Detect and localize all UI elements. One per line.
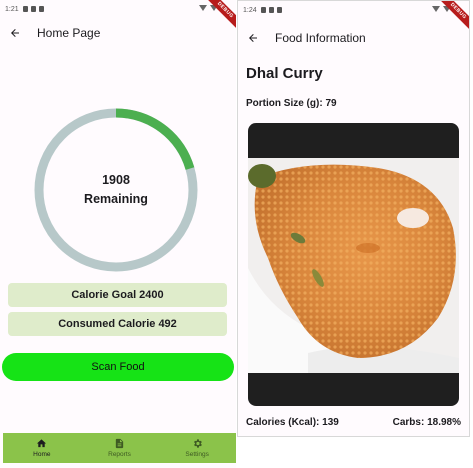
notification-icon [22,6,28,12]
home-icon [37,439,47,448]
app-bar: Home Page [0,20,236,46]
status-bar: 1:21 [0,0,236,18]
scan-food-button[interactable]: Scan Food [2,353,234,381]
nav-home-label: Home [33,451,51,458]
notification-icon [260,7,266,13]
calorie-ring: 1908 Remaining [34,108,198,272]
sync-icon [276,7,282,13]
wifi-icon [432,6,440,12]
back-button[interactable] [240,25,266,51]
bottom-nav: Home Reports Settings [3,433,236,463]
arrow-left-icon [11,29,19,37]
page-title: Food Information [275,31,366,45]
sync-icon [38,6,44,12]
portion-size: Portion Size (g): 79 [246,98,337,109]
status-bar: 1:24 [238,1,469,19]
food-name: Dhal Curry [246,65,323,82]
nav-settings-label: Settings [185,451,209,458]
food-photo [248,158,459,373]
remaining-value: 1908 [102,173,130,187]
document-icon [115,438,124,449]
home-screen: 1:21 DEBUG Home Page 1908 Remaining Calo… [0,0,236,468]
page-title: Home Page [37,26,101,40]
nav-reports[interactable]: Reports [81,433,159,463]
nav-home[interactable]: Home [3,433,81,463]
sim-icon [268,7,274,13]
carbs-value: Carbs: 18.98% [392,417,461,428]
nav-settings[interactable]: Settings [158,433,236,463]
back-button[interactable] [2,20,28,46]
sim-icon [30,6,36,12]
calories-value: Calories (Kcal): 139 [246,417,339,428]
wifi-icon [199,5,207,11]
status-time: 1:21 [5,5,19,13]
status-time: 1:24 [243,6,257,14]
nav-reports-label: Reports [108,451,131,458]
food-photo-frame [248,123,459,406]
remaining-label: Remaining [84,192,148,206]
app-bar: Food Information [238,25,469,51]
gear-icon [193,439,202,448]
arrow-left-icon [249,34,257,42]
food-information-screen: 1:24 DEBUG Food Information Dhal Curry P… [237,0,470,437]
consumed-calorie-box: Consumed Calorie 492 [8,312,227,336]
calorie-goal-box: Calorie Goal 2400 [8,283,227,307]
